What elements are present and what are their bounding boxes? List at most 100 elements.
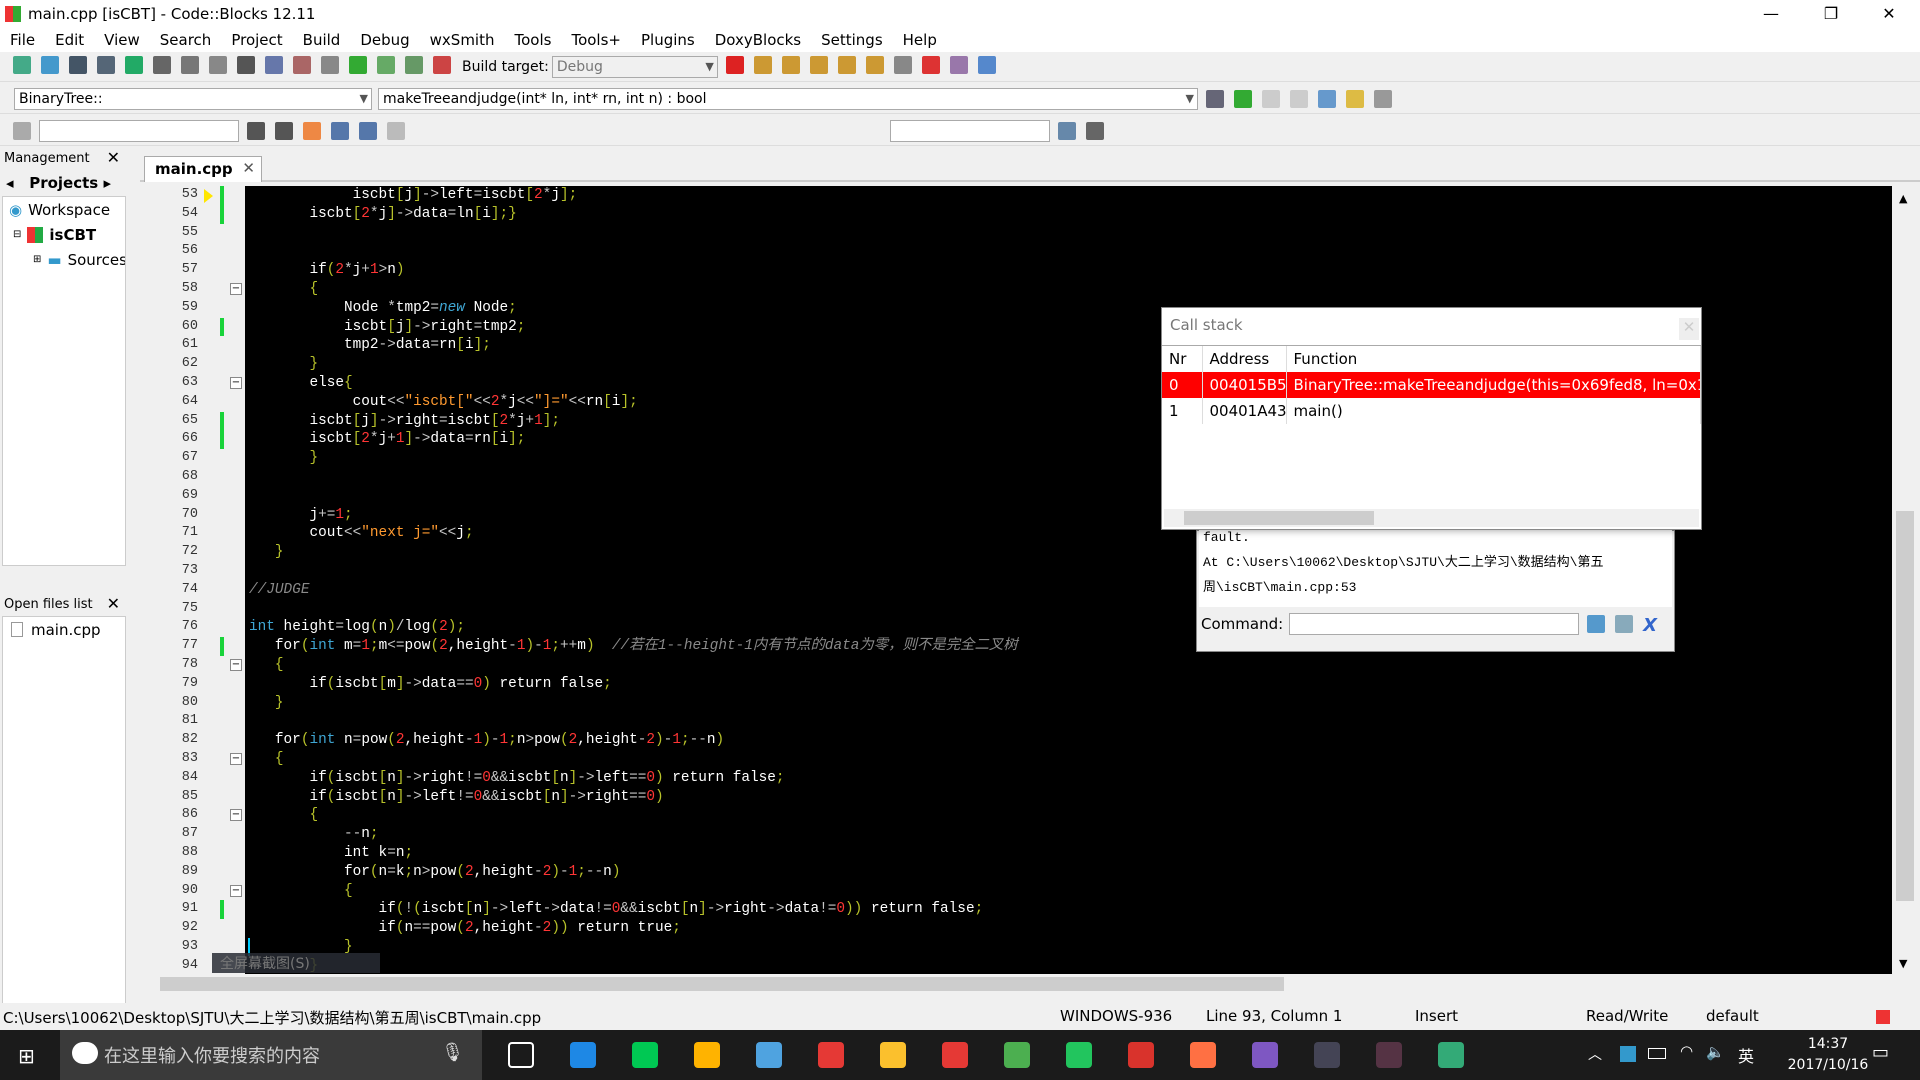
menu-view[interactable]: View: [104, 31, 140, 49]
code-line[interactable]: iscbt[2*j]->data=ln[i];}: [249, 205, 516, 224]
code-line[interactable]: }: [249, 449, 318, 468]
preferences-icon[interactable]: [1374, 89, 1392, 108]
load-icon[interactable]: [1615, 615, 1634, 633]
column-header[interactable]: Nr: [1162, 346, 1203, 372]
close-icon[interactable]: ✕: [107, 148, 120, 167]
menu-help[interactable]: Help: [903, 31, 937, 49]
clear-x-icon[interactable]: X: [1643, 615, 1661, 636]
paste-icon[interactable]: [237, 55, 255, 74]
menu-plugins[interactable]: Plugins: [641, 31, 695, 49]
clear-icon[interactable]: [13, 121, 31, 140]
clock[interactable]: 14:37 2017/10/16: [1778, 1034, 1878, 1076]
close-icon[interactable]: ✕: [107, 594, 120, 613]
iqiyi-icon[interactable]: [632, 1042, 658, 1068]
code-line[interactable]: for(int m=1;m<=pow(2,height-1)-1;++m) //…: [249, 637, 1018, 656]
menu-file[interactable]: File: [10, 31, 35, 49]
next-instruction-icon[interactable]: [865, 55, 884, 74]
fold-toggle-icon[interactable]: −: [230, 283, 242, 295]
send-icon[interactable]: [1587, 615, 1606, 633]
save-icon[interactable]: [69, 55, 87, 74]
codeblocks-icon[interactable]: [1128, 1042, 1154, 1068]
volume-icon[interactable]: 🔈: [1706, 1043, 1725, 1061]
editor-hscrollbar[interactable]: [140, 975, 1893, 993]
forward-icon[interactable]: [275, 121, 293, 140]
code-line[interactable]: Node *tmp2=new Node;: [249, 299, 517, 318]
code-line[interactable]: iscbt[j]->right=tmp2;: [249, 318, 525, 337]
menu-tools[interactable]: Tools: [515, 31, 552, 49]
function-select[interactable]: makeTreeandjudge(int* ln, int* rn, int n…: [378, 87, 1198, 110]
debug-run-icon[interactable]: [725, 55, 744, 74]
microphone-icon[interactable]: 🎙: [441, 1042, 464, 1063]
build-target-select[interactable]: Debug ▼: [551, 55, 718, 78]
visual-studio-icon[interactable]: [1252, 1042, 1278, 1068]
search-box[interactable]: 在这里输入你要搜索的内容 🎙: [60, 1030, 482, 1080]
menu-debug[interactable]: Debug: [360, 31, 409, 49]
step-into-icon[interactable]: [809, 55, 828, 74]
tab-main-cpp[interactable]: main.cpp ✕: [144, 156, 262, 182]
code-line[interactable]: iscbt[j]->left=iscbt[2*j];: [249, 186, 578, 205]
close-button[interactable]: ✕: [1866, 0, 1912, 28]
windows-start-icon[interactable]: ⊞: [18, 1044, 35, 1068]
close-icon[interactable]: ✕: [242, 159, 255, 177]
close-icon[interactable]: ✕: [1679, 318, 1699, 340]
fold-toggle-icon[interactable]: −: [230, 809, 242, 822]
mail-icon[interactable]: [756, 1042, 782, 1068]
notification-icon[interactable]: ▭: [1872, 1042, 1889, 1063]
new-file-icon[interactable]: [13, 55, 31, 74]
fold-toggle-icon[interactable]: −: [230, 659, 242, 671]
find-icon[interactable]: [265, 55, 283, 74]
open-icon[interactable]: [41, 55, 59, 74]
redo-icon[interactable]: [153, 55, 171, 74]
comment-block-icon[interactable]: [1262, 89, 1280, 108]
build-icon[interactable]: [321, 55, 339, 74]
next-line-icon[interactable]: [781, 55, 800, 74]
maximize-button[interactable]: ❐: [1808, 0, 1854, 28]
tree-item-project[interactable]: ⊟ isCBT: [3, 222, 125, 247]
edge-icon[interactable]: [570, 1042, 596, 1068]
fold-toggle-icon[interactable]: −: [230, 884, 242, 897]
qq-icon[interactable]: [818, 1042, 844, 1068]
app-2-icon[interactable]: [1376, 1042, 1402, 1068]
column-header[interactable]: Address: [1202, 346, 1287, 372]
wechat-icon[interactable]: [1004, 1042, 1030, 1068]
code-line[interactable]: {: [249, 882, 353, 901]
menu-doxyblocks[interactable]: DoxyBlocks: [715, 31, 801, 49]
netease-music-icon[interactable]: [942, 1042, 968, 1068]
back-icon[interactable]: [247, 121, 265, 140]
code-line[interactable]: if(iscbt[m]->data==0) return false;: [249, 675, 611, 694]
code-line[interactable]: {: [249, 806, 318, 825]
command-input[interactable]: [1289, 613, 1580, 635]
stop-debug-icon[interactable]: [921, 55, 940, 74]
replace-icon[interactable]: [331, 121, 349, 140]
comment-line-icon[interactable]: [1290, 89, 1308, 108]
minimize-button[interactable]: —: [1748, 0, 1794, 28]
code-line[interactable]: int k=n;: [249, 844, 413, 863]
code-line[interactable]: int height=log(n)/log(2);: [249, 618, 465, 637]
hscroll-thumb[interactable]: [1184, 511, 1374, 525]
fold-toggle-icon[interactable]: −: [230, 377, 242, 389]
scope-select[interactable]: BinaryTree:: ▼: [14, 87, 372, 110]
code-line[interactable]: for(int n=pow(2,height-1)-1;n>pow(2,heig…: [249, 731, 724, 750]
info-icon[interactable]: [977, 55, 996, 74]
pause-icon[interactable]: [893, 55, 912, 74]
text-icon[interactable]: [359, 121, 377, 140]
chevron-left-icon[interactable]: ◂: [6, 174, 14, 192]
highlight-icon[interactable]: [303, 121, 321, 140]
code-line[interactable]: }: [249, 694, 284, 713]
build-run-icon[interactable]: [377, 55, 395, 74]
scroll-down-icon[interactable]: ▼: [1899, 957, 1907, 970]
tree-hscrollbar[interactable]: [2, 566, 126, 584]
undo-icon[interactable]: [125, 55, 143, 74]
column-header[interactable]: Function: [1286, 346, 1701, 372]
scroll-up-icon[interactable]: ▲: [1899, 192, 1907, 205]
show-hidden-icons[interactable]: ︿: [1588, 1044, 1602, 1064]
jetbrains-icon[interactable]: [1066, 1042, 1092, 1068]
replace-icon[interactable]: [293, 55, 311, 74]
tree-item-sources[interactable]: ⊞ ▬ Sources: [3, 247, 125, 272]
copy-icon[interactable]: [209, 55, 227, 74]
search-combo[interactable]: [890, 119, 1050, 142]
regex-icon[interactable]: [387, 121, 405, 140]
file-explorer-icon[interactable]: [694, 1042, 720, 1068]
tray-app-icon[interactable]: [1620, 1046, 1636, 1062]
code-line[interactable]: cout<<"next j="<<j;: [249, 524, 473, 543]
